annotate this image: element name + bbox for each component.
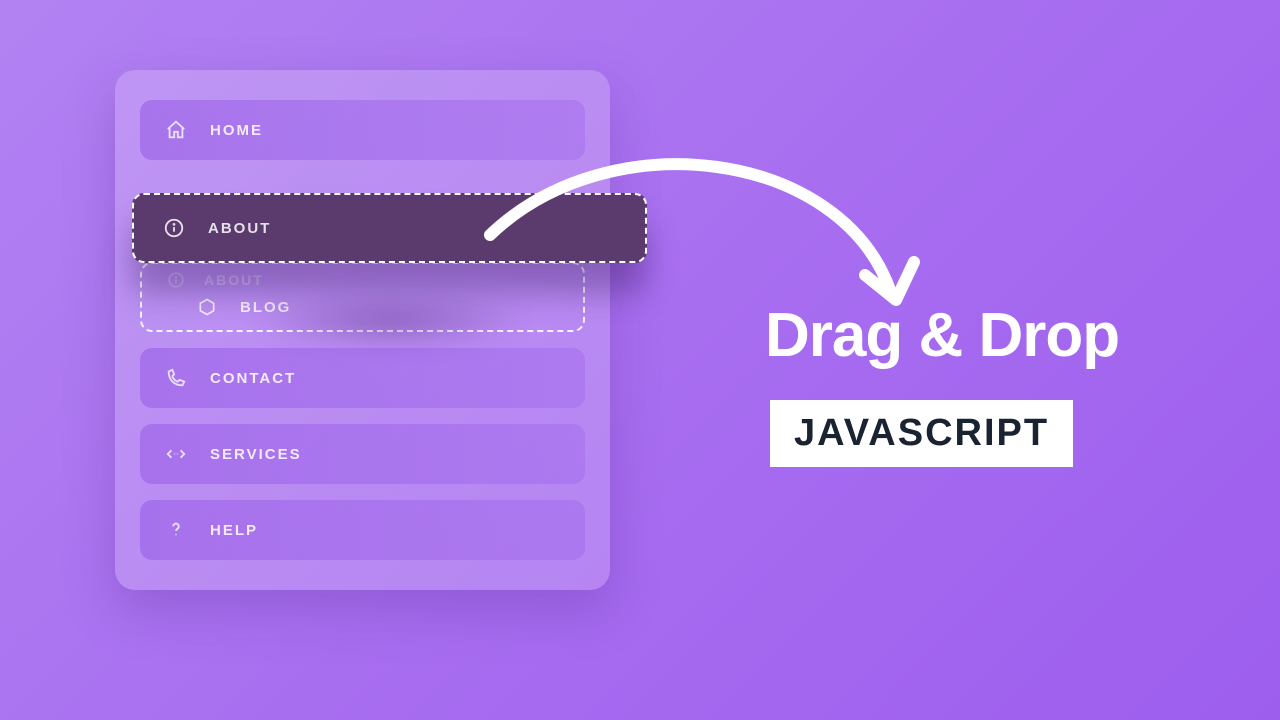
- ghost-label: ABOUT: [204, 272, 264, 288]
- list-item-label: CONTACT: [210, 370, 296, 387]
- ghost-item-about: ABOUT: [166, 270, 264, 290]
- list-item-services[interactable]: SERVICES: [140, 424, 585, 484]
- list-item-help[interactable]: HELP: [140, 500, 585, 560]
- question-icon: [164, 518, 188, 542]
- list-item-label: HOME: [210, 122, 263, 139]
- list-item-contact[interactable]: CONTACT: [140, 348, 585, 408]
- phone-icon: [164, 366, 188, 390]
- sublabel-text: JAVASCRIPT: [770, 400, 1073, 467]
- info-icon: [166, 270, 186, 290]
- arrow-icon: [470, 140, 930, 350]
- info-icon: [162, 216, 186, 240]
- home-icon: [164, 118, 188, 142]
- list-item-label: HELP: [210, 522, 258, 539]
- dragged-item-label: ABOUT: [208, 220, 271, 237]
- code-icon: [164, 442, 188, 466]
- hexagon-icon: [196, 296, 218, 318]
- list-item-label: SERVICES: [210, 446, 302, 463]
